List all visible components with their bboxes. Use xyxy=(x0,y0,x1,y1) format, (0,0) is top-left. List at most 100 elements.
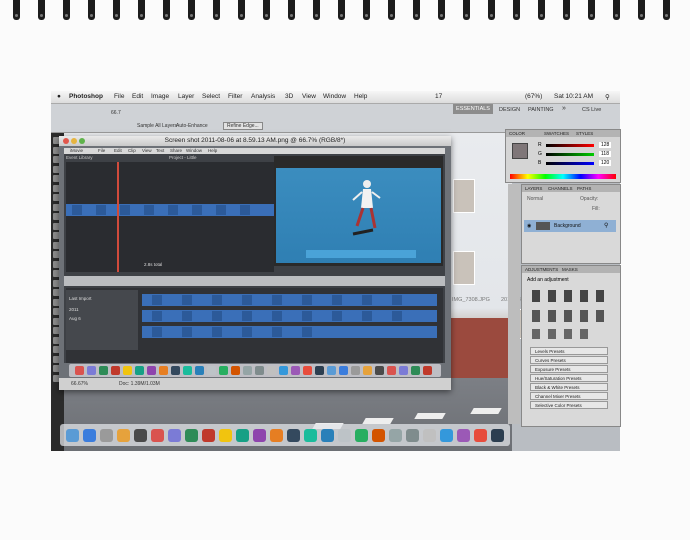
menu-image[interactable]: Image xyxy=(151,93,169,100)
zoom-status[interactable]: 66.67% xyxy=(71,381,88,387)
document-window[interactable]: Screen shot 2011-08-06 at 8.59.13 AM.png… xyxy=(59,136,451,390)
cs-live-button[interactable]: CS Live xyxy=(582,107,601,113)
dock-app-icon[interactable] xyxy=(423,429,436,442)
color-ramp[interactable] xyxy=(510,174,616,179)
preset-hue-saturation[interactable]: Hue/Saturation Presets xyxy=(530,374,608,382)
auto-enhance-checkbox[interactable]: Auto-Enhance xyxy=(176,123,208,129)
menu-view[interactable]: View xyxy=(302,93,316,100)
desktop-file-thumbnail[interactable] xyxy=(453,251,475,285)
dock-app-icon[interactable] xyxy=(270,429,283,442)
dock-app-icon[interactable] xyxy=(440,429,453,442)
dock-app-icon[interactable] xyxy=(253,429,266,442)
menu-layer[interactable]: Layer xyxy=(178,93,194,100)
dock-app-icon[interactable] xyxy=(457,429,470,442)
app-menu[interactable]: Photoshop xyxy=(69,93,103,100)
screenshot-dock-icon xyxy=(195,366,204,375)
ps-status-badge[interactable]: 17 xyxy=(435,93,442,100)
preset-curves[interactable]: Curves Presets xyxy=(530,356,608,364)
dock-app-icon[interactable] xyxy=(491,429,504,442)
dock-app-icon[interactable] xyxy=(372,429,385,442)
workspace-more-button[interactable]: » xyxy=(562,105,566,112)
screenshot-dock-icon xyxy=(231,366,240,375)
menu-filter[interactable]: Filter xyxy=(228,93,242,100)
dock-app-icon[interactable] xyxy=(202,429,215,442)
adjustment-icons-row-2[interactable] xyxy=(532,310,610,322)
tab-layers[interactable]: LAYERS xyxy=(525,186,542,191)
dock-app-icon[interactable] xyxy=(219,429,232,442)
blue-value[interactable]: 120 xyxy=(599,160,612,166)
document-title[interactable]: Screen shot 2011-08-06 at 8.59.13 AM.png… xyxy=(59,136,451,146)
zoom-window-icon[interactable] xyxy=(79,138,85,144)
screenshot-dock-icon xyxy=(183,366,192,375)
tab-masks[interactable]: MASKS xyxy=(562,267,578,272)
close-window-icon[interactable] xyxy=(63,138,69,144)
menu-window[interactable]: Window xyxy=(323,93,346,100)
screenshot-dock-icon xyxy=(387,366,396,375)
tab-adjustments[interactable]: ADJUSTMENTS xyxy=(525,267,558,272)
sample-all-layers-checkbox[interactable]: Sample All Layers xyxy=(137,123,177,129)
red-slider[interactable] xyxy=(546,144,594,147)
adjustment-icons-row-3[interactable] xyxy=(532,329,592,339)
blend-mode-select[interactable]: Normal xyxy=(527,196,543,202)
clock[interactable]: Sat 10:21 AM xyxy=(554,93,593,100)
layer-name[interactable]: Background xyxy=(554,223,581,229)
preset-selective-color[interactable]: Selective Color Presets xyxy=(530,401,608,409)
apple-menu-icon[interactable]: ● xyxy=(57,93,61,100)
dock-app-icon[interactable] xyxy=(406,429,419,442)
tab-swatches[interactable]: SWATCHES xyxy=(544,131,569,136)
desktop-file-label[interactable]: IMG_7308.JPG xyxy=(452,297,490,303)
dock-app-icon[interactable] xyxy=(83,429,96,442)
foreground-color-swatch[interactable] xyxy=(512,143,528,159)
dock-app-icon[interactable] xyxy=(474,429,487,442)
preset-channel-mixer[interactable]: Channel Mixer Presets xyxy=(530,392,608,400)
doc-size-status[interactable]: Doc: 1.39M/1.03M xyxy=(119,381,160,387)
dock-app-icon[interactable] xyxy=(134,429,147,442)
dock-app-icon[interactable] xyxy=(355,429,368,442)
blue-slider[interactable] xyxy=(546,162,594,165)
battery-status[interactable]: (67%) xyxy=(525,93,542,100)
menu-select[interactable]: Select xyxy=(202,93,220,100)
workspace-design-button[interactable]: DESIGN xyxy=(499,107,520,113)
tab-styles[interactable]: STYLES xyxy=(576,131,593,136)
dock-app-icon[interactable] xyxy=(321,429,334,442)
menu-file[interactable]: File xyxy=(114,93,124,100)
tab-channels[interactable]: CHANNELS xyxy=(548,186,573,191)
adjustment-icons-row-1[interactable] xyxy=(532,290,610,302)
dock-app-icon[interactable] xyxy=(338,429,351,442)
spotlight-icon[interactable]: ⚲ xyxy=(605,93,610,101)
menu-help[interactable]: Help xyxy=(354,93,367,100)
menu-edit[interactable]: Edit xyxy=(132,93,143,100)
dock-app-icon[interactable] xyxy=(304,429,317,442)
menu-analysis[interactable]: Analysis xyxy=(251,93,275,100)
refine-edge-button[interactable]: Refine Edge... xyxy=(223,122,263,130)
menu-3d[interactable]: 3D xyxy=(285,93,293,100)
preset-exposure[interactable]: Exposure Presets xyxy=(530,365,608,373)
tab-color[interactable]: COLOR xyxy=(509,131,525,136)
binding-ring xyxy=(138,0,145,20)
screenshot-dock-icon xyxy=(219,366,228,375)
green-value[interactable]: 118 xyxy=(599,151,611,157)
dock-app-icon[interactable] xyxy=(287,429,300,442)
tab-paths[interactable]: PATHS xyxy=(577,186,591,191)
layer-row[interactable]: ◉ Background ⚲ xyxy=(524,220,616,232)
preset-levels[interactable]: Levels Presets xyxy=(530,347,608,355)
dock-app-icon[interactable] xyxy=(117,429,130,442)
dock-app-icon[interactable] xyxy=(236,429,249,442)
workspace-essentials-button[interactable]: ESSENTIALS xyxy=(453,104,493,114)
binding-ring xyxy=(563,0,570,20)
visibility-eye-icon[interactable]: ◉ xyxy=(527,223,531,229)
minimize-window-icon[interactable] xyxy=(71,138,77,144)
zoom-field[interactable]: 66.7 xyxy=(111,110,121,116)
dock-app-icon[interactable] xyxy=(185,429,198,442)
dock-app-icon[interactable] xyxy=(100,429,113,442)
project-list-item: Last Import xyxy=(69,296,92,301)
red-value[interactable]: 128 xyxy=(599,142,612,148)
desktop-file-thumbnail[interactable] xyxy=(453,179,475,213)
dock-app-icon[interactable] xyxy=(168,429,181,442)
preset-black-white[interactable]: Black & White Presets xyxy=(530,383,608,391)
dock-app-icon[interactable] xyxy=(66,429,79,442)
green-slider[interactable] xyxy=(546,153,594,156)
workspace-painting-button[interactable]: PAINTING xyxy=(528,107,554,113)
dock-app-icon[interactable] xyxy=(389,429,402,442)
dock-app-icon[interactable] xyxy=(151,429,164,442)
